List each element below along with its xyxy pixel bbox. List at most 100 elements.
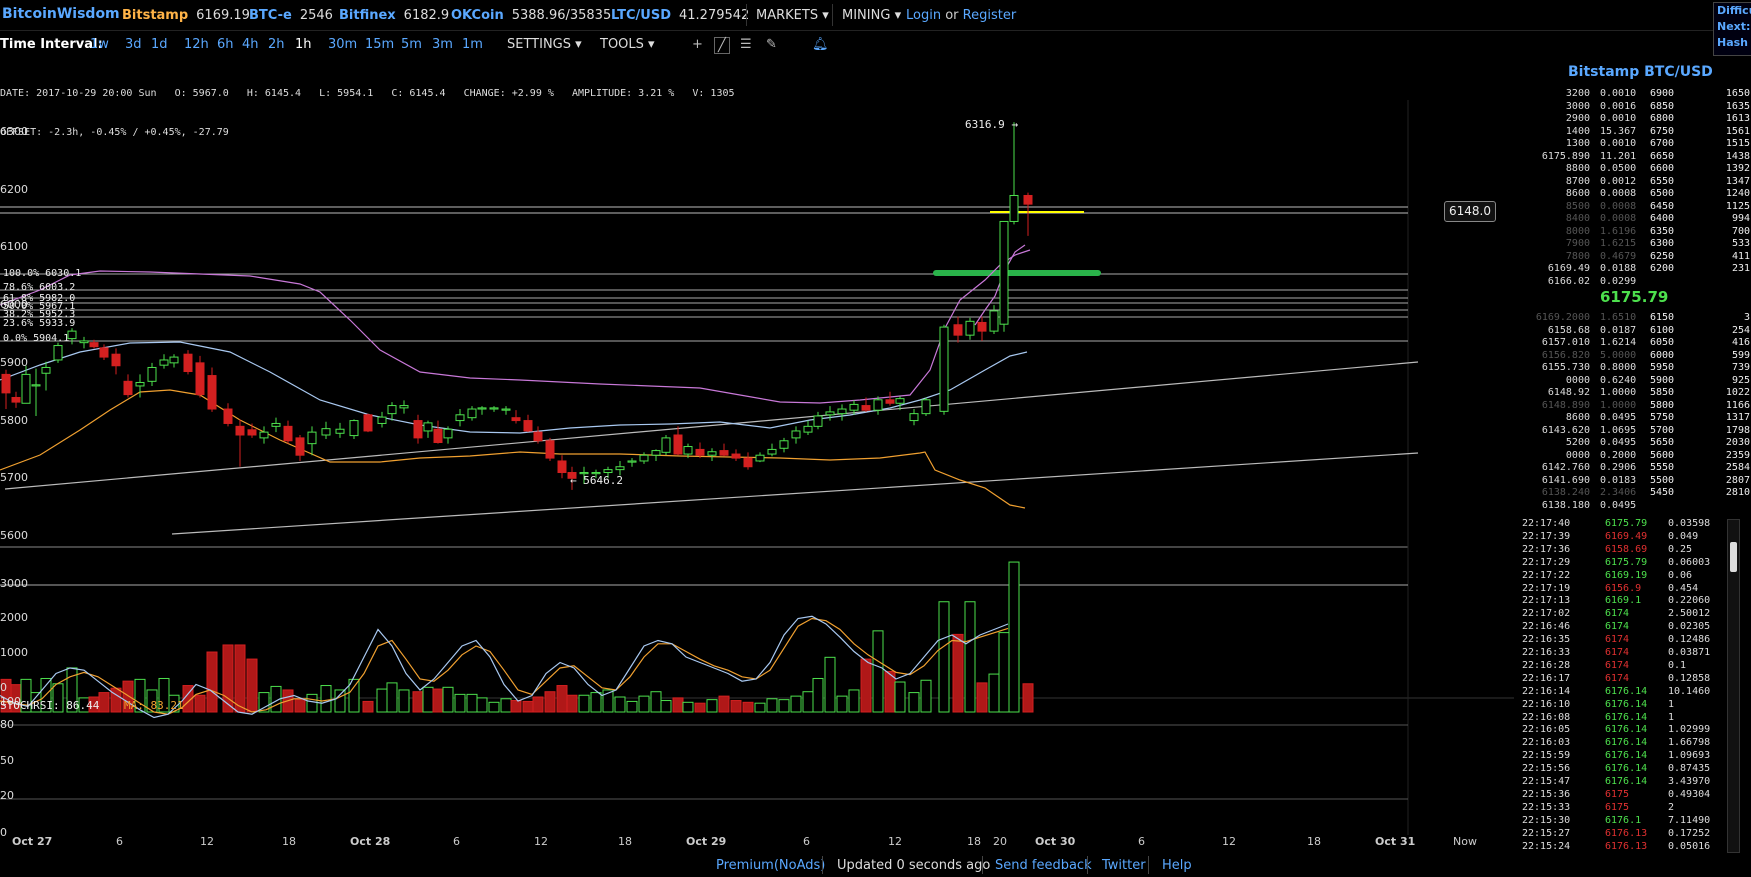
candle-body xyxy=(377,416,387,424)
footer: Premium(NoAds) Updated 0 seconds ago Sen… xyxy=(0,854,1751,877)
ticker-btce[interactable]: BTC-e 2546 xyxy=(249,8,333,23)
bid-cumulative: 1166 xyxy=(1725,399,1750,411)
interval-1h[interactable]: 1h xyxy=(295,37,312,52)
ask-amount: 0.0188 xyxy=(1600,263,1637,274)
bid-amount: 0.2906 xyxy=(1600,462,1637,473)
ask-price: 6200 xyxy=(1650,263,1675,274)
candle-body xyxy=(399,405,409,409)
trade-amount: 0.05016 xyxy=(1668,840,1711,852)
price-axis-label: 5700 xyxy=(0,471,28,485)
ask-amount: 0.0016 xyxy=(1600,100,1637,112)
fib-level-label: 23.6% 5933.9 xyxy=(3,318,76,329)
candle-body xyxy=(53,345,63,361)
volume-bar xyxy=(998,632,1010,713)
bid-price: 5600 xyxy=(1650,449,1675,461)
interval-6h[interactable]: 6h xyxy=(217,37,234,52)
candle-body xyxy=(965,320,975,336)
volume-bar xyxy=(362,700,374,713)
tools-menu[interactable]: TOOLS ▾ xyxy=(600,37,655,52)
ask-price: 6300 xyxy=(1650,238,1675,249)
price-chart[interactable] xyxy=(0,100,1514,835)
candle-body xyxy=(533,431,543,442)
help-link[interactable]: Help xyxy=(1162,858,1192,873)
volume-bar xyxy=(532,696,544,713)
bid-amount: 0.0187 xyxy=(1600,324,1637,336)
brand-logo[interactable]: BitcoinWisdom xyxy=(2,6,120,22)
bell-icon[interactable]: 🔔︎ xyxy=(812,37,829,52)
bid-price: 5750 xyxy=(1650,412,1675,423)
volume-bar xyxy=(466,693,478,713)
volume-bar xyxy=(398,689,410,713)
line-tool-icon[interactable]: ╱ xyxy=(714,37,730,54)
markets-menu[interactable]: MARKETS ▾ xyxy=(746,4,829,26)
ask-price: 6800 xyxy=(1650,113,1675,124)
candle-body xyxy=(423,422,433,432)
login-link[interactable]: Login xyxy=(906,8,941,23)
candle-body xyxy=(433,428,443,444)
interval-30m[interactable]: 30m xyxy=(328,37,357,52)
trade-price: 6174 xyxy=(1605,608,1630,620)
ask-price: 6600 xyxy=(1650,163,1675,174)
bid-amount: 0.0495 xyxy=(1600,437,1637,448)
trade-time: 22:16:03 xyxy=(1522,737,1571,749)
interval-4h[interactable]: 4h xyxy=(242,37,259,52)
crosshair-icon[interactable]: + xyxy=(692,37,703,52)
bid-cumulative: 925 xyxy=(1731,374,1750,386)
feedback-link[interactable]: Send feedback xyxy=(995,858,1092,873)
interval-2h[interactable]: 2h xyxy=(268,37,285,52)
interval-5m[interactable]: 5m xyxy=(401,37,422,52)
ask-amount: 1.6196 xyxy=(1600,225,1637,237)
mining-menu[interactable]: MINING ▾ xyxy=(832,4,901,26)
bid-amount: 0.0183 xyxy=(1600,474,1637,486)
trade-amount: 0.12858 xyxy=(1668,672,1711,684)
volume-bar xyxy=(802,691,814,713)
fib-level-label: 0.0% 5904.1 xyxy=(3,333,70,344)
interval-1m[interactable]: 1m xyxy=(462,37,483,52)
volume-bar xyxy=(742,701,754,713)
bid-amount: 0.2000 xyxy=(1600,449,1637,461)
ask-price: 6850 xyxy=(1650,100,1675,112)
ticker-okcoin[interactable]: OKCoin 5388.96/35835 xyxy=(451,8,611,23)
low-annotation: ← 5646.2 xyxy=(570,474,623,487)
pen-tool-icon[interactable]: ✎ xyxy=(766,37,777,52)
bid-cumulative: 2810 xyxy=(1725,487,1750,498)
bid-amount: 1.6510 xyxy=(1600,312,1637,323)
interval-1d[interactable]: 1d xyxy=(151,37,168,52)
trade-row: 22:15:56 6176.14 0.87435 xyxy=(1520,763,1728,776)
volume-bar xyxy=(476,697,488,713)
time-axis-label: 18 xyxy=(618,835,632,848)
ask-sum: 8500 xyxy=(1565,200,1590,212)
premium-link[interactable]: Premium(NoAds) xyxy=(716,858,825,873)
ticker-bitstamp[interactable]: Bitstamp 6169.19 xyxy=(122,8,250,23)
trades-scrollbar[interactable] xyxy=(1727,519,1740,853)
trade-price: 6156.9 xyxy=(1605,582,1642,594)
trade-price: 6176.14 xyxy=(1605,711,1648,723)
candle-body xyxy=(803,425,813,433)
volume-bar xyxy=(376,688,388,713)
candle-body xyxy=(21,373,31,404)
last-price: 6175.79 xyxy=(1600,288,1669,306)
trade-row: 22:16:03 6176.14 1.66798 xyxy=(1520,737,1728,750)
bid-sum: 6155.730 xyxy=(1541,362,1590,373)
ask-cumulative: 700 xyxy=(1731,225,1750,237)
fib-tool-icon[interactable]: ☰ xyxy=(740,37,752,52)
ask-cumulative: 1650 xyxy=(1725,88,1750,99)
interval-12h[interactable]: 12h xyxy=(184,37,209,52)
candle-body xyxy=(977,321,987,332)
ticker-bitfinex[interactable]: Bitfinex 6182.9 xyxy=(339,8,449,23)
interval-1w[interactable]: 1w xyxy=(90,37,109,52)
bid-price: 5500 xyxy=(1650,474,1675,486)
ask-price: 6700 xyxy=(1650,138,1675,149)
trade-history[interactable]: 22:17:40 6175.79 0.03598 22:17:39 6169.49 0.0… xyxy=(1520,518,1728,851)
interval-3d[interactable]: 3d xyxy=(125,37,142,52)
interval-3m[interactable]: 3m xyxy=(432,37,453,52)
trade-row: 22:17:13 6169.1 0.22060 xyxy=(1520,595,1728,608)
price-axis-label: 6100 xyxy=(0,240,28,254)
trade-amount: 2 xyxy=(1668,801,1675,813)
twitter-link[interactable]: Twitter xyxy=(1102,858,1146,873)
settings-menu[interactable]: SETTINGS ▾ xyxy=(507,37,582,52)
register-link[interactable]: Register xyxy=(963,8,1017,23)
trade-amount: 0.22060 xyxy=(1668,595,1711,607)
interval-15m[interactable]: 15m xyxy=(365,37,394,52)
ticker-ltcusd[interactable]: LTC/USD 41.279542 xyxy=(611,8,749,23)
